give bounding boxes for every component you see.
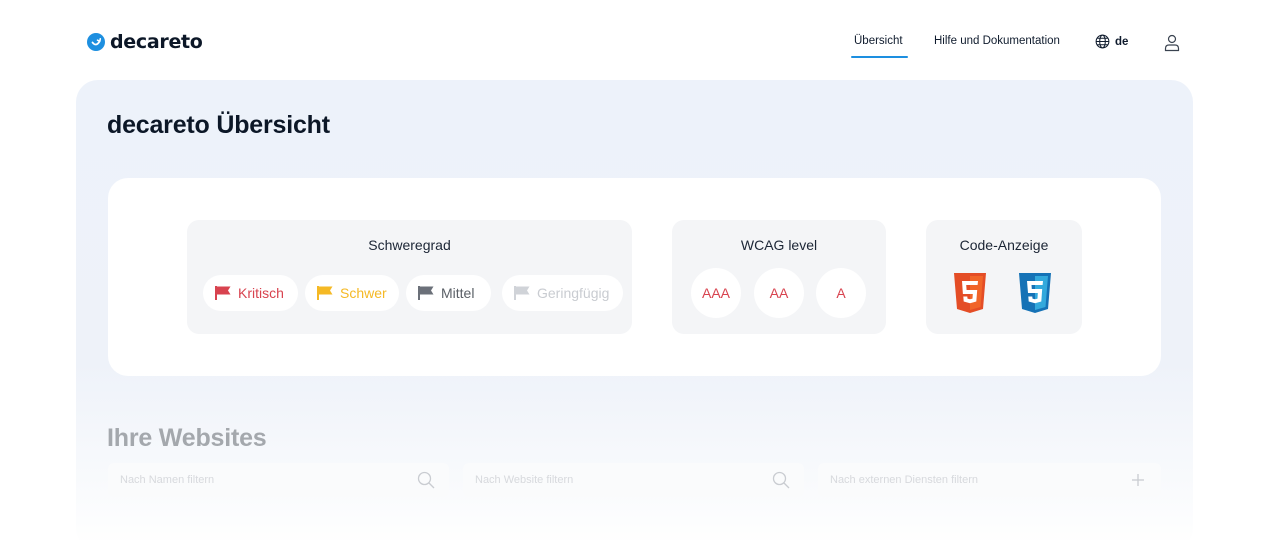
user-account-button[interactable]	[1164, 34, 1180, 52]
severity-title: Schweregrad	[368, 237, 451, 253]
severity-critical-label: Kritisch	[238, 285, 284, 301]
logo-icon	[87, 33, 105, 51]
logo-text: decareto	[110, 31, 203, 53]
wcag-aaa-button[interactable]: AAA	[691, 268, 741, 318]
filter-by-name[interactable]	[108, 463, 449, 497]
wcag-title: WCAG level	[740, 237, 818, 253]
filter-by-website[interactable]	[463, 463, 804, 497]
severity-medium-label: Mittel	[441, 285, 475, 301]
flag-icon	[317, 286, 333, 300]
flag-icon	[514, 286, 530, 300]
search-icon[interactable]	[772, 471, 790, 489]
filter-by-website-input[interactable]	[475, 474, 735, 486]
flag-icon	[215, 286, 231, 300]
severity-minor-label: Geringfügig	[537, 285, 610, 301]
language-selector[interactable]: de	[1095, 34, 1128, 49]
page-title: decareto Übersicht	[107, 111, 330, 139]
css3-icon[interactable]	[1017, 272, 1053, 314]
html5-icon[interactable]	[952, 272, 988, 314]
filter-by-name-input[interactable]	[120, 474, 380, 486]
websites-title: Ihre Websites	[107, 424, 267, 452]
globe-icon	[1095, 34, 1110, 49]
wcag-filter-group: WCAG level AAA AA A	[672, 220, 886, 334]
wcag-aa-button[interactable]: AA	[754, 268, 804, 318]
nav-help-docs[interactable]: Hilfe und Dokumentation	[934, 35, 1060, 47]
header: decareto Übersicht Hilfe und Dokumentati…	[0, 0, 1267, 80]
code-title: Code-Anzeige	[959, 237, 1049, 253]
flag-icon	[418, 286, 434, 300]
code-filter-group: Code-Anzeige	[926, 220, 1082, 334]
logo[interactable]: decareto	[87, 31, 203, 53]
filter-by-external-services-input[interactable]	[830, 474, 1090, 486]
search-icon[interactable]	[417, 471, 435, 489]
active-nav-indicator	[851, 56, 908, 58]
severity-heavy-button[interactable]: Schwer	[305, 275, 399, 311]
severity-heavy-label: Schwer	[340, 285, 387, 301]
severity-critical-button[interactable]: Kritisch	[203, 275, 298, 311]
severity-medium-button[interactable]: Mittel	[406, 275, 491, 311]
severity-minor-button[interactable]: Geringfügig	[502, 275, 623, 311]
nav-overview[interactable]: Übersicht	[854, 35, 903, 47]
language-label: de	[1115, 35, 1129, 48]
filter-by-external-services[interactable]	[818, 463, 1161, 497]
plus-icon[interactable]	[1129, 471, 1147, 489]
wcag-a-button[interactable]: A	[816, 268, 866, 318]
severity-filter-group: Schweregrad Kritisch Schwer Mittel Gerin…	[187, 220, 632, 334]
user-icon	[1164, 34, 1180, 52]
